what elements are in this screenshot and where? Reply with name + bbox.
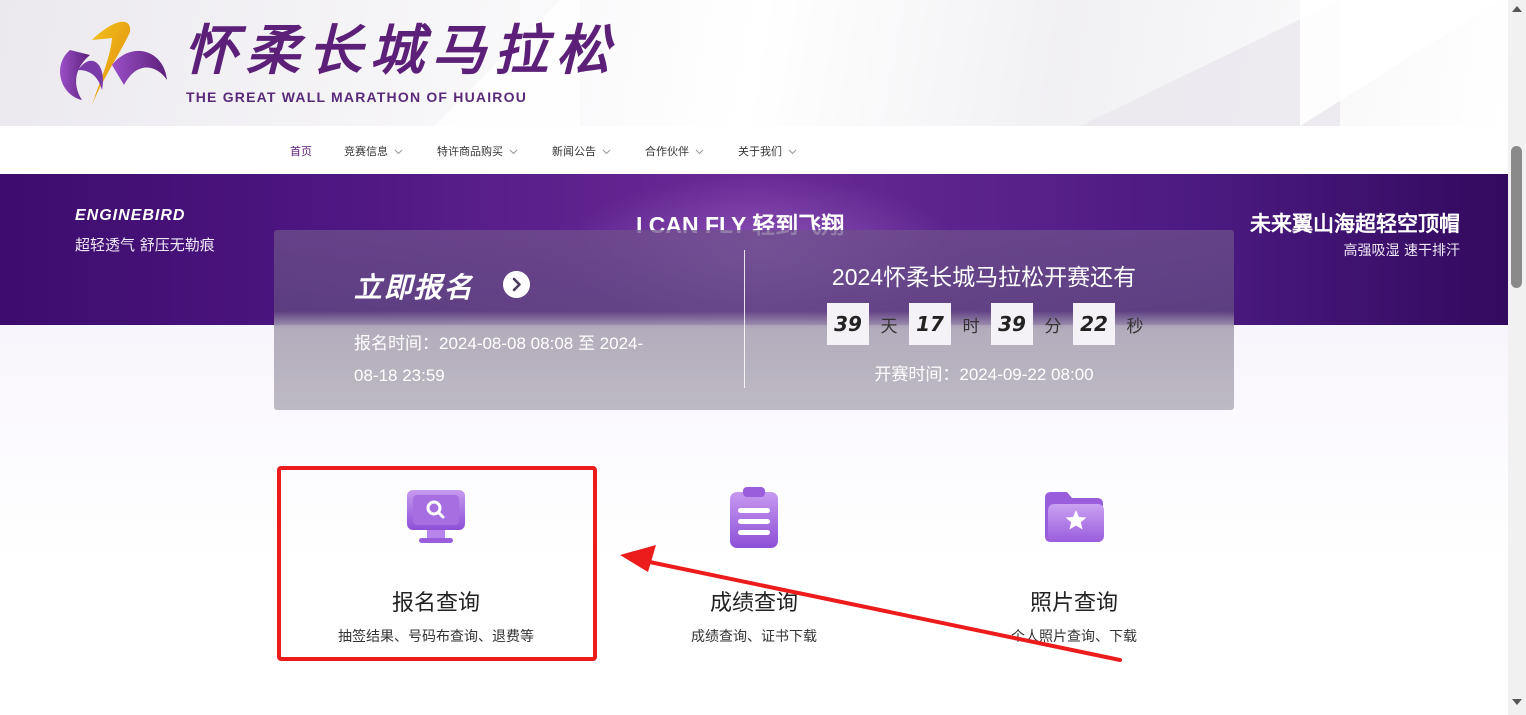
countdown-days: 39: [827, 303, 869, 345]
main-nav: 首页 竞赛信息 特许商品购买 新闻公告 合作伙伴 关于我们: [0, 126, 1508, 174]
marathon-logo-icon[interactable]: [52, 10, 172, 110]
banner-product-title: 未来翼山海超轻空顶帽: [1250, 212, 1460, 236]
banner-brand-slogan: 超轻透气 舒压无勒痕: [75, 236, 215, 254]
arrow-right-circle-icon[interactable]: [503, 271, 530, 298]
register-now-button[interactable]: 立即报名: [354, 266, 474, 306]
monitor-search-icon: [407, 490, 465, 543]
nav-label: 竞赛信息: [344, 146, 388, 158]
registration-period: 报名时间：2024-08-08 08:08 至 2024-08-18 23:59: [354, 334, 644, 385]
vertical-scrollbar[interactable]: [1508, 0, 1526, 715]
panel-divider: [744, 250, 745, 388]
nav-item-partners[interactable]: 合作伙伴: [645, 143, 704, 159]
countdown-timer: 39 天 17 时 39 分 22 秒: [827, 303, 1155, 345]
scroll-up-icon[interactable]: [1512, 6, 1522, 12]
countdown-minutes: 39: [991, 303, 1033, 345]
card-subtitle: 成绩查询、证书下载: [691, 629, 817, 645]
chevron-down-icon: [602, 149, 611, 155]
nav-item-merchandise[interactable]: 特许商品购买: [437, 143, 518, 159]
card-title: 报名查询: [391, 591, 480, 616]
nav-label: 特许商品购买: [437, 146, 503, 158]
chevron-down-icon: [695, 149, 704, 155]
card-registration-query[interactable]: 报名查询 抽签结果、号码布查询、退费等: [278, 470, 594, 658]
registration-panel: 立即报名 报名时间：2024-08-08 08:08 至 2024-08-18 …: [274, 230, 1234, 410]
nav-item-about[interactable]: 关于我们: [738, 143, 797, 159]
card-results-query[interactable]: 成绩查询 成绩查询、证书下载: [596, 470, 912, 658]
chevron-down-icon: [394, 149, 403, 155]
countdown-unit: 秒: [1126, 316, 1144, 337]
countdown-unit: 时: [962, 316, 980, 337]
card-photo-query[interactable]: 照片查询 个人照片查询、下载: [916, 470, 1232, 658]
site-header: 怀柔长城马拉松 THE GREAT WALL MARATHON OF HUAIR…: [0, 0, 1508, 126]
nav-item-home[interactable]: 首页: [290, 143, 312, 159]
header-decoration: [1300, 0, 1500, 126]
card-subtitle: 个人照片查询、下载: [1011, 629, 1137, 645]
card-title: 照片查询: [1029, 591, 1118, 616]
nav-item-race-info[interactable]: 竞赛信息: [344, 143, 403, 159]
nav-label: 合作伙伴: [645, 146, 689, 158]
folder-star-icon: [1045, 492, 1104, 542]
logo-english-title: THE GREAT WALL MARATHON OF HUAIROU: [186, 89, 528, 105]
countdown-unit: 分: [1044, 316, 1062, 337]
scroll-thumb[interactable]: [1511, 146, 1522, 288]
countdown-seconds: 22: [1073, 303, 1115, 345]
card-title: 成绩查询: [709, 591, 798, 616]
countdown-unit: 天: [880, 316, 898, 337]
nav-label: 首页: [290, 146, 312, 158]
nav-label: 新闻公告: [552, 146, 596, 158]
logo-chinese-title[interactable]: 怀柔长城马拉松: [184, 18, 618, 82]
countdown-title: 2024怀柔长城马拉松开赛还有: [831, 264, 1137, 290]
nav-item-news[interactable]: 新闻公告: [552, 143, 611, 159]
chevron-down-icon: [788, 149, 797, 155]
scroll-down-icon[interactable]: [1512, 699, 1522, 705]
banner-product-slogan: 高强吸湿 速干排汗: [1343, 243, 1460, 259]
clipboard-list-icon: [730, 487, 778, 548]
card-subtitle: 抽签结果、号码布查询、退费等: [338, 629, 534, 645]
nav-label: 关于我们: [738, 146, 782, 158]
banner-brand: ENGINEBIRD: [75, 207, 186, 224]
race-start-time: 开赛时间：2024-09-22 08:00: [874, 365, 1094, 384]
chevron-down-icon: [509, 149, 518, 155]
countdown-hours: 17: [909, 303, 951, 345]
